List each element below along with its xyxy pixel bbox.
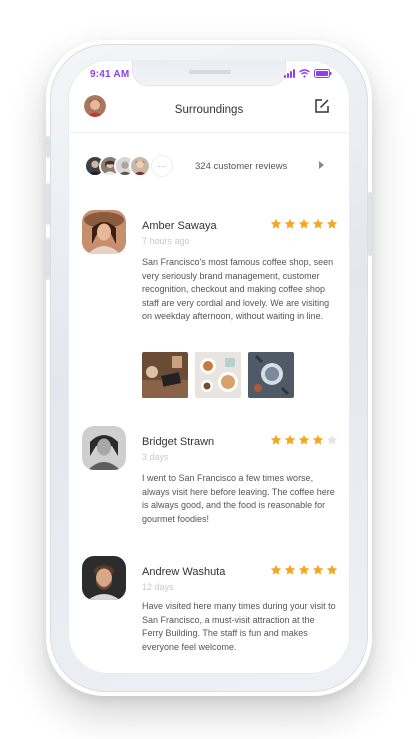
review-text: Have visited here many times during your… <box>142 601 336 652</box>
star-empty-icon <box>326 434 338 445</box>
star-filled-icon <box>298 564 310 575</box>
more-reviewers: ··· <box>151 155 173 177</box>
status-icons <box>284 69 332 78</box>
speaker <box>189 70 231 74</box>
star-rating <box>270 434 338 446</box>
review-text: San Francisco's most famous coffee shop,… <box>142 257 334 322</box>
user-avatar[interactable] <box>84 95 106 117</box>
star-filled-icon <box>270 564 282 575</box>
star-filled-icon <box>312 564 324 575</box>
reviewer-name: Amber Sawaya <box>142 220 217 232</box>
review-time: 7 hours ago <box>142 236 190 246</box>
star-filled-icon <box>326 564 338 575</box>
star-filled-icon <box>326 218 338 229</box>
star-filled-icon <box>284 434 296 445</box>
reviewer-name: Andrew Washuta <box>142 566 226 578</box>
header-divider <box>68 132 350 133</box>
star-filled-icon <box>284 564 296 575</box>
notch <box>132 60 286 86</box>
reviewer-avatar <box>129 155 151 177</box>
review-photos <box>142 352 294 398</box>
star-filled-icon <box>270 218 282 229</box>
star-rating <box>270 564 338 576</box>
power-button <box>368 192 372 256</box>
star-filled-icon <box>270 434 282 445</box>
app-header: Surroundings <box>68 88 350 132</box>
review-time: 3 days <box>142 452 169 462</box>
review-photo[interactable] <box>195 352 241 398</box>
star-rating <box>270 218 338 230</box>
battery-icon <box>314 69 332 78</box>
star-filled-icon <box>284 218 296 229</box>
reviewer-name: Bridget Strawn <box>142 436 215 448</box>
volume-up-button <box>46 183 50 225</box>
mute-switch <box>46 136 50 158</box>
star-filled-icon <box>298 434 310 445</box>
compose-icon[interactable] <box>314 98 330 114</box>
reviewers-strip[interactable]: ··· 324 customer reviews <box>84 154 334 178</box>
page-title: Surroundings <box>174 104 244 116</box>
review-text: I went to San Francisco a few times wors… <box>142 473 335 524</box>
signal-icon <box>284 69 295 78</box>
review-photo[interactable] <box>248 352 294 398</box>
volume-down-button <box>46 238 50 280</box>
review-photo[interactable] <box>142 352 188 398</box>
reviews-count: 324 customer reviews <box>195 160 288 172</box>
star-filled-icon <box>312 218 324 229</box>
status-time: 9:41 AM <box>90 69 130 80</box>
review-time: 12 days <box>142 582 174 592</box>
wifi-icon <box>299 69 310 78</box>
reviewer-photo <box>82 426 126 470</box>
reviewer-photo <box>82 556 126 600</box>
app-screen: 9:41 AM Surroundings ··· 324 customer re… <box>68 60 350 674</box>
star-filled-icon <box>312 434 324 445</box>
star-filled-icon <box>298 218 310 229</box>
play-arrow-icon[interactable] <box>319 161 324 169</box>
reviewer-photo <box>82 210 126 254</box>
